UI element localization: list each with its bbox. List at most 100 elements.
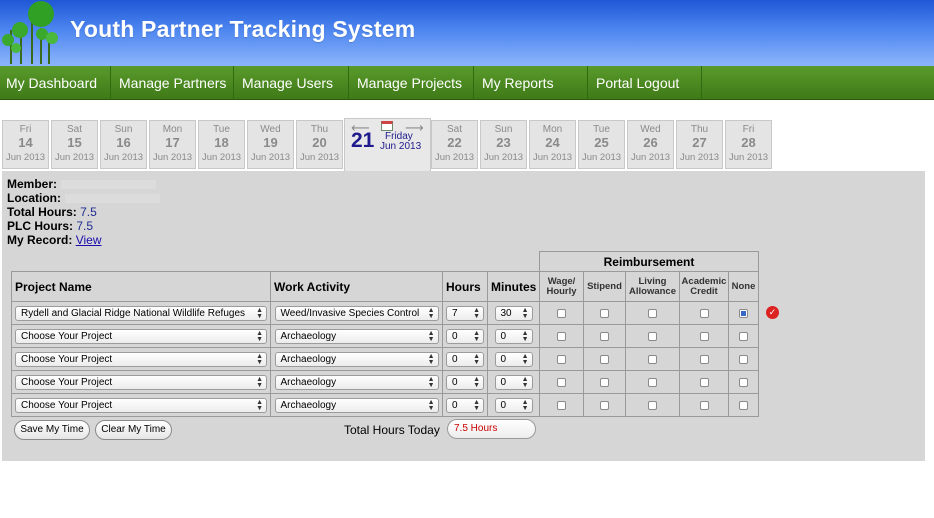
activity-select-value: Archaeology — [280, 353, 337, 365]
project-select[interactable]: Choose Your Project ▲ ▼ — [15, 397, 267, 413]
academic-credit-checkbox[interactable] — [699, 355, 709, 365]
nav-manage-partners[interactable]: Manage Partners — [113, 66, 234, 100]
project-select[interactable]: Rydell and Glacial Ridge National Wildli… — [15, 305, 267, 321]
wage-hourly-checkbox[interactable] — [557, 355, 566, 365]
date-tab-jun-22[interactable]: Sat 22 Jun 2013 — [431, 120, 478, 169]
stipend-checkbox[interactable] — [600, 378, 609, 388]
date-day: 19 — [263, 135, 278, 150]
hours-select[interactable]: 0 ▲ ▼ — [446, 374, 484, 390]
date-tab-jun-28[interactable]: Fri 28 Jun 2013 — [725, 120, 772, 169]
date-dayname: Tue — [213, 124, 230, 135]
reimbursement-header: Reimbursement — [539, 251, 759, 272]
select-arrows-icon: ▲ ▼ — [256, 375, 263, 389]
wage-hourly-checkbox[interactable] — [557, 332, 566, 342]
save-my-time-button[interactable]: Save My Time — [14, 420, 90, 440]
minutes-select-value: 0 — [500, 353, 507, 365]
calendar-icon[interactable] — [381, 121, 393, 131]
active-date-month: Jun 2013 — [380, 141, 422, 152]
date-tab-jun-17[interactable]: Mon 17 Jun 2013 — [149, 120, 196, 169]
date-day: 20 — [312, 135, 327, 150]
activity-select[interactable]: Archaeology ▲ ▼ — [274, 397, 439, 413]
view-record-link[interactable]: View — [76, 233, 102, 247]
date-day: 27 — [692, 135, 707, 150]
date-tab-jun-18[interactable]: Tue 18 Jun 2013 — [198, 120, 245, 169]
date-month: Jun 2013 — [250, 152, 291, 163]
none-checkbox[interactable] — [739, 332, 748, 342]
wage-hourly-checkbox[interactable] — [557, 378, 566, 388]
wage-hourly-checkbox[interactable] — [557, 309, 566, 319]
header-project-name: Project Name — [11, 271, 271, 302]
minutes-select[interactable]: 0 ▲ ▼ — [494, 374, 533, 390]
wage-hourly-checkbox[interactable] — [557, 401, 566, 411]
nav-manage-projects[interactable]: Manage Projects — [351, 66, 474, 100]
stipend-checkbox[interactable] — [600, 332, 609, 342]
date-tab-jun-20[interactable]: Thu 20 Jun 2013 — [296, 120, 343, 169]
activity-select[interactable]: Archaeology ▲ ▼ — [274, 328, 439, 344]
date-tab-jun-19[interactable]: Wed 19 Jun 2013 — [247, 120, 294, 169]
clear-my-time-button[interactable]: Clear My Time — [95, 420, 172, 440]
living-allowance-checkbox[interactable] — [648, 378, 657, 388]
minutes-select[interactable]: 0 ▲ ▼ — [494, 397, 533, 413]
project-select[interactable]: Choose Your Project ▲ ▼ — [15, 351, 267, 367]
table-row: Choose Your Project ▲ ▼ Archaeology ▲ ▼ 0 ▲ ▼ … — [11, 393, 759, 417]
table-row: Choose Your Project ▲ ▼ Archaeology ▲ ▼ 0 ▲ ▼ … — [11, 347, 759, 371]
total-hours-row: Total Hours: 7.5 — [7, 205, 97, 219]
living-allowance-checkbox[interactable] — [648, 401, 657, 411]
stipend-checkbox[interactable] — [600, 355, 609, 365]
living-allowance-checkbox[interactable] — [648, 309, 657, 319]
nav-manage-users[interactable]: Manage Users — [236, 66, 349, 100]
main-nav: My Dashboard Manage Partners Manage User… — [0, 66, 934, 100]
academic-credit-checkbox[interactable] — [699, 332, 709, 342]
date-tab-jun-23[interactable]: Sun 23 Jun 2013 — [480, 120, 527, 169]
minutes-select-value: 0 — [500, 330, 507, 342]
date-tab-jun-14[interactable]: Fri 14 Jun 2013 — [2, 120, 49, 169]
none-checkbox[interactable] — [739, 401, 748, 411]
select-arrows-icon: ▲ ▼ — [473, 306, 480, 320]
academic-credit-checkbox[interactable] — [699, 378, 709, 388]
stipend-checkbox[interactable] — [600, 309, 609, 319]
minutes-select[interactable]: 0 ▲ ▼ — [494, 351, 533, 367]
project-select[interactable]: Choose Your Project ▲ ▼ — [15, 374, 267, 390]
minutes-select[interactable]: 0 ▲ ▼ — [494, 328, 533, 344]
none-checkbox[interactable] — [739, 378, 748, 388]
minutes-select[interactable]: 30 ▲ ▼ — [494, 305, 533, 321]
total-hours-label: Total Hours: — [7, 205, 77, 219]
time-entry-panel: Member: Location: Total Hours: 7.5 PLC H… — [2, 171, 925, 461]
hours-select[interactable]: 7 ▲ ▼ — [446, 305, 484, 321]
date-tab-jun-26[interactable]: Wed 26 Jun 2013 — [627, 120, 674, 169]
none-checkbox[interactable] — [739, 355, 748, 365]
header-wage-hourly: Wage/ Hourly — [539, 271, 584, 302]
date-dayname: Thu — [690, 124, 709, 135]
academic-credit-checkbox[interactable] — [699, 309, 709, 319]
hours-select[interactable]: 0 ▲ ▼ — [446, 351, 484, 367]
living-allowance-checkbox[interactable] — [648, 332, 657, 342]
living-allowance-checkbox[interactable] — [648, 355, 657, 365]
select-arrows-icon: ▲ ▼ — [473, 352, 480, 366]
date-month: Jun 2013 — [630, 152, 671, 163]
date-month: Jun 2013 — [581, 152, 622, 163]
nav-portal-logout[interactable]: Portal Logout — [590, 66, 702, 100]
date-tab-jun-15[interactable]: Sat 15 Jun 2013 — [51, 120, 98, 169]
activity-select[interactable]: Weed/Invasive Species Control ▲ ▼ — [274, 305, 439, 321]
date-tab-jun-16[interactable]: Sun 16 Jun 2013 — [100, 120, 147, 169]
nav-my-dashboard[interactable]: My Dashboard — [0, 66, 111, 100]
minutes-select-value: 30 — [500, 307, 512, 319]
activity-select[interactable]: Archaeology ▲ ▼ — [274, 374, 439, 390]
stipend-checkbox[interactable] — [600, 401, 609, 411]
hours-select[interactable]: 0 ▲ ▼ — [446, 328, 484, 344]
hours-select[interactable]: 0 ▲ ▼ — [446, 397, 484, 413]
date-tab-jun-27[interactable]: Thu 27 Jun 2013 — [676, 120, 723, 169]
nav-my-reports[interactable]: My Reports — [476, 66, 588, 100]
project-select[interactable]: Choose Your Project ▲ ▼ — [15, 328, 267, 344]
activity-select[interactable]: Archaeology ▲ ▼ — [274, 351, 439, 367]
date-tab-jun-24[interactable]: Mon 24 Jun 2013 — [529, 120, 576, 169]
hours-select-value: 0 — [452, 376, 458, 388]
minutes-select-value: 0 — [500, 376, 507, 388]
date-tab-jun-25[interactable]: Tue 25 Jun 2013 — [578, 120, 625, 169]
academic-credit-checkbox[interactable] — [699, 401, 709, 411]
checkmark-valid-icon: ✓ — [766, 306, 779, 319]
none-checkbox[interactable] — [739, 309, 748, 319]
active-date-day: 21 — [351, 129, 375, 152]
select-arrows-icon: ▲ ▼ — [427, 329, 435, 343]
plc-hours-value: 7.5 — [76, 219, 94, 233]
